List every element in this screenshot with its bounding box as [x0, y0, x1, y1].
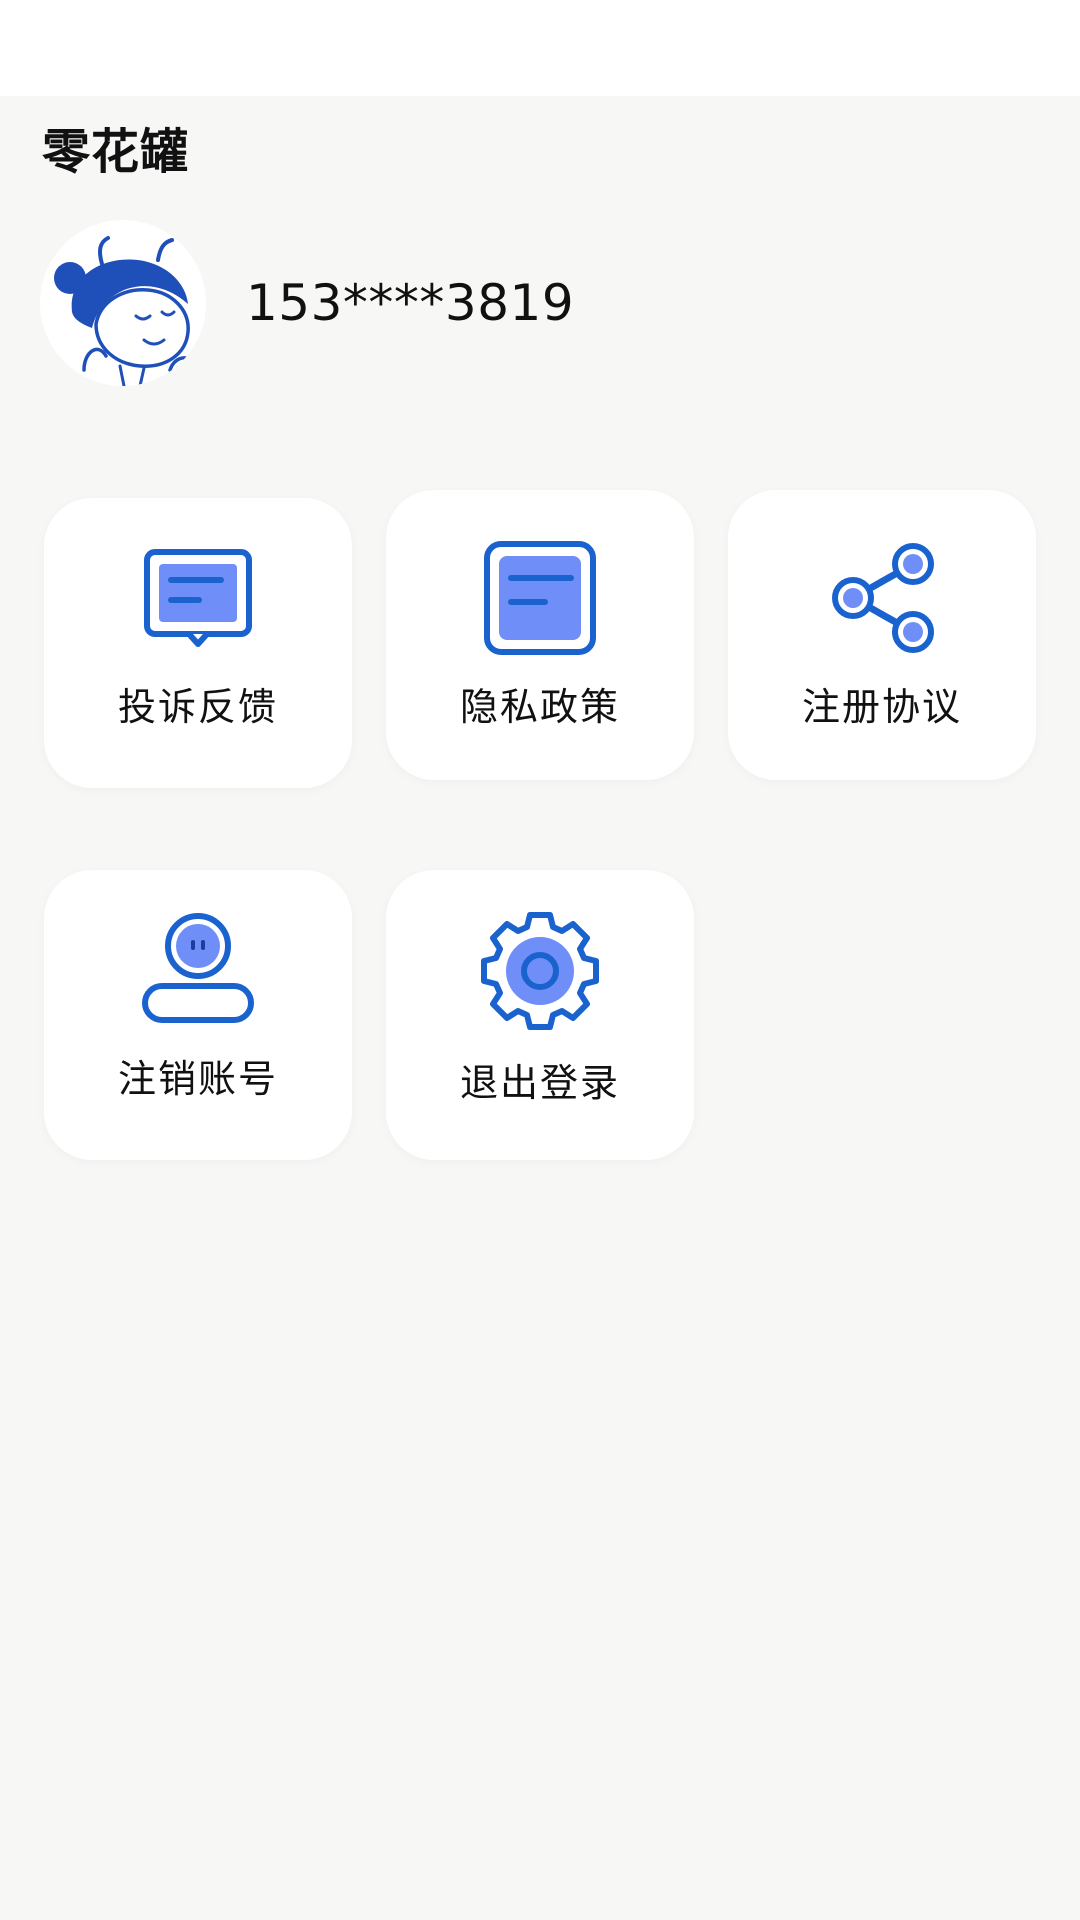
status-bar — [0, 0, 1080, 96]
page-title: 零花罐 — [42, 124, 190, 180]
privacy-document-icon — [484, 541, 596, 655]
logout-button[interactable]: 退出登录 — [386, 870, 694, 1160]
delete-account-button[interactable]: 注销账号 — [44, 870, 352, 1160]
privacy-policy-button[interactable]: 隐私政策 — [386, 490, 694, 780]
phone-number: 153****3819 — [246, 274, 575, 332]
feedback-label: 投诉反馈 — [117, 685, 278, 729]
logout-gear-icon — [481, 912, 599, 1030]
delete-account-user-icon — [142, 913, 254, 1023]
profile-header: 153****3819 — [40, 218, 574, 388]
delete-account-label: 注销账号 — [117, 1057, 278, 1101]
cartoon-girl-avatar-icon — [40, 220, 206, 386]
registration-agreement-label: 注册协议 — [801, 685, 962, 729]
feedback-button[interactable]: 投诉反馈 — [44, 498, 352, 788]
avatar[interactable] — [40, 220, 206, 386]
share-agreement-icon — [832, 543, 934, 653]
feedback-message-icon — [144, 549, 252, 647]
privacy-policy-label: 隐私政策 — [459, 685, 620, 729]
logout-label: 退出登录 — [459, 1061, 620, 1105]
registration-agreement-button[interactable]: 注册协议 — [728, 490, 1036, 780]
